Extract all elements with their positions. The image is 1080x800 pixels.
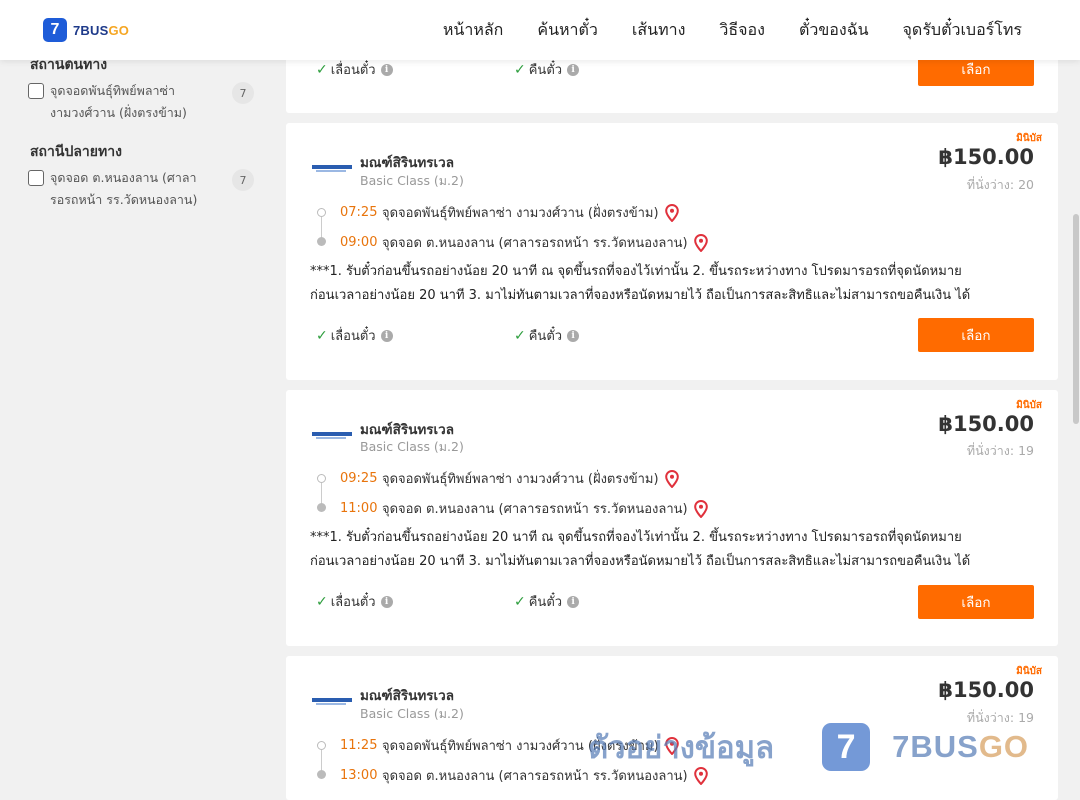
trip-note: ***1. รับตั๋วก่อนขึ้นรถอย่างน้อย 20 นาที… bbox=[310, 530, 971, 569]
origin-filter-option[interactable]: จุดจอดพันธุ์ทิพย์พลาซ่า งามวงศ์วาน (ฝั่ง… bbox=[28, 80, 258, 124]
info-icon[interactable]: i bbox=[567, 63, 580, 76]
info-icon[interactable]: i bbox=[567, 329, 580, 342]
check-icon: ✓ bbox=[316, 61, 328, 78]
check-icon: ✓ bbox=[316, 593, 328, 610]
info-icon[interactable]: i bbox=[380, 595, 393, 608]
bus-class: Basic Class (ม.2) bbox=[360, 439, 464, 454]
scrollbar-thumb[interactable] bbox=[1073, 214, 1079, 424]
check-icon: ✓ bbox=[514, 593, 526, 610]
nav-search-ticket[interactable]: ค้นหาตั๋ว bbox=[537, 18, 598, 43]
trip-card: มินิบัส มณฑ์สิรินทรเวล Basic Class (ม.2)… bbox=[286, 390, 1058, 646]
departure-stop-name: จุดจอดพันธุ์ทิพย์พลาซ่า งามวงศ์วาน (ฝั่ง… bbox=[382, 739, 659, 754]
feature-reschedule: ✓ เลื่อนตั๋ว i bbox=[316, 325, 393, 346]
map-pin-icon[interactable] bbox=[664, 469, 679, 488]
departure-dot bbox=[317, 208, 326, 217]
info-icon[interactable]: i bbox=[380, 329, 393, 342]
info-icon[interactable]: i bbox=[380, 63, 393, 76]
ticket-price: ฿150.00 bbox=[938, 145, 1034, 169]
map-pin-icon[interactable] bbox=[664, 203, 679, 222]
seats-available: ที่นั่งว่าง: 19 bbox=[966, 710, 1034, 725]
ticket-price: ฿150.00 bbox=[938, 412, 1034, 436]
feature-reschedule: ✓ เลื่อนตั๋ว i bbox=[316, 591, 393, 612]
site-logo[interactable]: 7 7BUSGO bbox=[43, 18, 129, 42]
arrival-time: 09:00 bbox=[340, 235, 378, 250]
arrival-stop: 09:00 จุดจอด ต.หนองลาน (ศาลารอรถหน้า รร.… bbox=[340, 232, 708, 253]
operator-logo bbox=[312, 694, 352, 708]
destination-filter-option[interactable]: จุดจอด ต.หนองลาน (ศาลารอรถหน้า รร.วัดหนอ… bbox=[28, 167, 258, 211]
destination-option-label: จุดจอด ต.หนองลาน (ศาลารอรถหน้า รร.วัดหนอ… bbox=[50, 170, 198, 207]
arrival-stop: 11:00 จุดจอด ต.หนองลาน (ศาลารอรถหน้า รร.… bbox=[340, 498, 708, 519]
departure-time: 07:25 bbox=[340, 205, 378, 220]
destination-checkbox[interactable] bbox=[28, 170, 44, 186]
departure-dot bbox=[317, 474, 326, 483]
destination-option-count: 7 bbox=[232, 169, 254, 191]
feature-refund: ✓ คืนตั๋ว i bbox=[514, 59, 580, 80]
operator-name: มณฑ์สิรินทรเวล bbox=[360, 155, 454, 171]
trip-card: มินิบัส มณฑ์สิรินทรเวล Basic Class (ม.2)… bbox=[286, 123, 1058, 380]
check-icon: ✓ bbox=[514, 327, 526, 344]
arrival-dot bbox=[317, 503, 326, 512]
vehicle-type-tag: มินิบัส bbox=[1016, 666, 1042, 677]
arrival-time: 13:00 bbox=[340, 768, 378, 783]
origin-option-label: จุดจอดพันธุ์ทิพย์พลาซ่า งามวงศ์วาน (ฝั่ง… bbox=[50, 83, 187, 120]
map-pin-icon[interactable] bbox=[693, 499, 708, 518]
map-pin-icon[interactable] bbox=[664, 736, 679, 755]
operator-logo bbox=[312, 428, 352, 442]
departure-time: 11:25 bbox=[340, 738, 378, 753]
map-pin-icon[interactable] bbox=[693, 766, 708, 785]
departure-stop-name: จุดจอดพันธุ์ทิพย์พลาซ่า งามวงศ์วาน (ฝั่ง… bbox=[382, 206, 659, 221]
ticket-price: ฿150.00 bbox=[938, 678, 1034, 702]
arrival-stop-name: จุดจอด ต.หนองลาน (ศาลารอรถหน้า รร.วัดหนอ… bbox=[382, 502, 688, 517]
nav-routes[interactable]: เส้นทาง bbox=[632, 18, 686, 43]
bus-class: Basic Class (ม.2) bbox=[360, 173, 464, 188]
trip-note: ***1. รับตั๋วก่อนขึ้นรถอย่างน้อย 20 นาที… bbox=[310, 264, 971, 303]
arrival-stop-name: จุดจอด ต.หนองลาน (ศาลารอรถหน้า รร.วัดหนอ… bbox=[382, 236, 688, 251]
filter-sidebar: สถานีต้นทาง จุดจอดพันธุ์ทิพย์พลาซ่า งามว… bbox=[0, 57, 262, 800]
arrival-time: 11:00 bbox=[340, 501, 378, 516]
bus-class: Basic Class (ม.2) bbox=[360, 706, 464, 721]
departure-stop: 09:25 จุดจอดพันธุ์ทิพย์พลาซ่า งามวงศ์วาน… bbox=[340, 468, 679, 489]
seats-available: ที่นั่งว่าง: 20 bbox=[966, 177, 1034, 192]
arrival-dot bbox=[317, 770, 326, 779]
operator-logo bbox=[312, 161, 352, 175]
trip-card: มินิบัส มณฑ์สิรินทรเวล Basic Class (ม.2)… bbox=[286, 656, 1058, 800]
top-header: 7 7BUSGO หน้าหลัก ค้นหาตั๋ว เส้นทาง วิธี… bbox=[0, 0, 1080, 60]
page-scrollbar[interactable] bbox=[1072, 60, 1080, 800]
origin-checkbox[interactable] bbox=[28, 83, 44, 99]
nav-how-to-book[interactable]: วิธีจอง bbox=[719, 18, 765, 43]
logo-text: 7BUSGO bbox=[73, 22, 130, 38]
info-icon[interactable]: i bbox=[567, 595, 580, 608]
nav-ticket-pickup-phone[interactable]: จุดรับตั๋วเบอร์โทร bbox=[903, 18, 1022, 43]
feature-refund: ✓ คืนตั๋ว i bbox=[514, 325, 580, 346]
operator-name: มณฑ์สิรินทรเวล bbox=[360, 688, 454, 704]
arrival-dot bbox=[317, 237, 326, 246]
arrival-stop-name: จุดจอด ต.หนองลาน (ศาลารอรถหน้า รร.วัดหนอ… bbox=[382, 769, 688, 784]
departure-dot bbox=[317, 741, 326, 750]
check-icon: ✓ bbox=[316, 327, 328, 344]
arrival-stop: 13:00 จุดจอด ต.หนองลาน (ศาลารอรถหน้า รร.… bbox=[340, 765, 708, 786]
seats-available: ที่นั่งว่าง: 19 bbox=[966, 443, 1034, 458]
feature-reschedule: ✓ เลื่อนตั๋ว i bbox=[316, 59, 393, 80]
select-button[interactable]: เลือก bbox=[918, 585, 1034, 619]
feature-refund: ✓ คืนตั๋ว i bbox=[514, 591, 580, 612]
destination-filter-title: สถานีปลายทาง bbox=[30, 144, 122, 160]
select-button[interactable]: เลือก bbox=[918, 318, 1034, 352]
check-icon: ✓ bbox=[514, 61, 526, 78]
main-nav: หน้าหลัก ค้นหาตั๋ว เส้นทาง วิธีจอง ตั๋วข… bbox=[409, 18, 1022, 43]
logo-badge-icon: 7 bbox=[43, 18, 67, 42]
departure-stop: 11:25 จุดจอดพันธุ์ทิพย์พลาซ่า งามวงศ์วาน… bbox=[340, 735, 679, 756]
departure-stop: 07:25 จุดจอดพันธุ์ทิพย์พลาซ่า งามวงศ์วาน… bbox=[340, 202, 679, 223]
vehicle-type-tag: มินิบัส bbox=[1016, 400, 1042, 411]
departure-time: 09:25 bbox=[340, 471, 378, 486]
origin-option-count: 7 bbox=[232, 82, 254, 104]
nav-my-tickets[interactable]: ตั๋วของฉัน bbox=[799, 18, 869, 43]
map-pin-icon[interactable] bbox=[693, 233, 708, 252]
nav-home[interactable]: หน้าหลัก bbox=[443, 18, 504, 43]
vehicle-type-tag: มินิบัส bbox=[1016, 133, 1042, 144]
departure-stop-name: จุดจอดพันธุ์ทิพย์พลาซ่า งามวงศ์วาน (ฝั่ง… bbox=[382, 472, 659, 487]
